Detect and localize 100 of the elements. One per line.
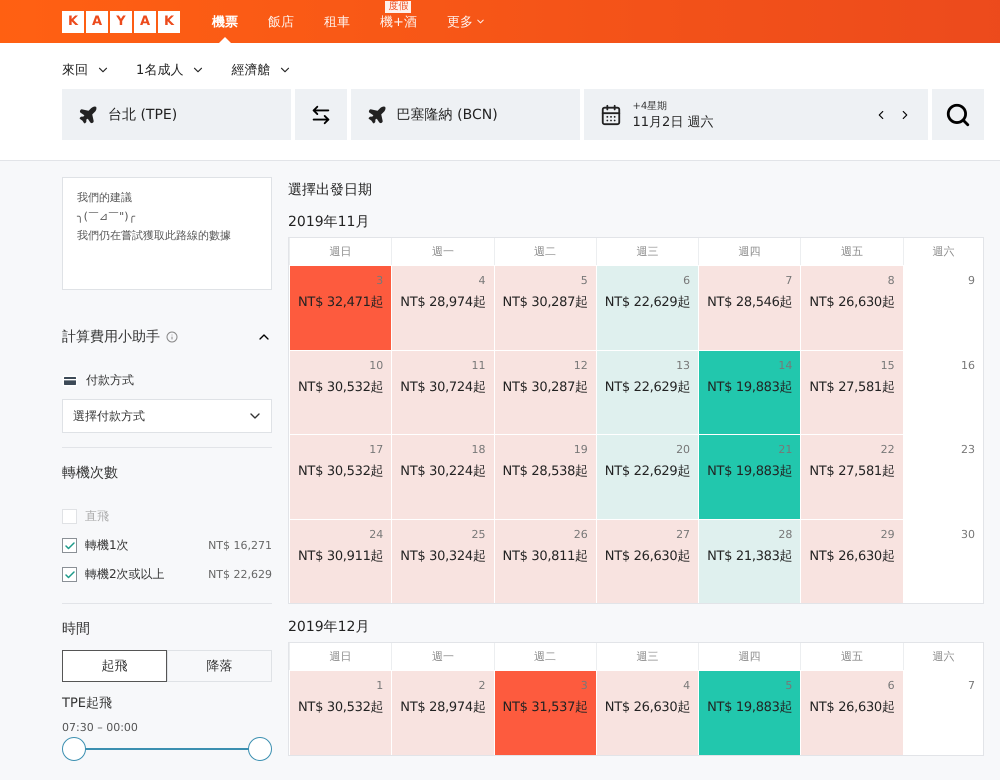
day-price: NT$ 30,811起 xyxy=(502,548,588,564)
day-cell[interactable]: 27 NT$ 26,630起 xyxy=(596,518,698,603)
destination-field[interactable]: 巴塞隆納 (BCN) xyxy=(350,89,580,140)
day-cell[interactable]: 29 NT$ 26,630起 xyxy=(800,518,903,603)
date-field[interactable]: +4星期 11月2日 週六 xyxy=(584,89,928,140)
day-price: NT$ 31,537起 xyxy=(502,699,588,716)
day-cell[interactable]: 14 NT$ 19,883起 xyxy=(698,350,800,434)
time-range: 07:30 – 00:00 xyxy=(62,721,138,734)
logo-letter: Y xyxy=(110,10,132,32)
day-cell[interactable]: 4 NT$ 26,630起 xyxy=(596,670,698,754)
section-title: 轉機次數 xyxy=(62,465,118,481)
option-dropdown[interactable]: 經濟艙 xyxy=(231,61,292,79)
day-cell[interactable]: 1 NT$ 30,532起 xyxy=(289,670,392,754)
day-price: NT$ 19,883起 xyxy=(707,463,792,480)
checkbox-label: 轉機1次 xyxy=(85,537,130,554)
day-number: 4 xyxy=(683,679,690,692)
day-cell[interactable]: 11 NT$ 30,724起 xyxy=(391,350,494,434)
day-number: 8 xyxy=(888,274,895,287)
day-number: 12 xyxy=(574,358,588,372)
day-number: 2 xyxy=(478,679,486,692)
stop-price: NT$ 22,629 xyxy=(208,568,272,581)
time-slider[interactable] xyxy=(62,737,272,761)
day-price: NT$ 26,630起 xyxy=(809,548,895,564)
info-icon[interactable] xyxy=(166,331,178,343)
payment-select[interactable]: 選擇付款方式 xyxy=(62,399,272,433)
checkbox[interactable] xyxy=(62,567,77,582)
day-cell[interactable]: 28 NT$ 21,383起 xyxy=(698,518,800,603)
stop-price: NT$ 16,271 xyxy=(208,539,272,552)
day-number: 5 xyxy=(785,679,792,692)
checkbox[interactable] xyxy=(62,538,77,553)
calendar-icon xyxy=(600,104,622,126)
day-number: 19 xyxy=(574,443,588,456)
payment-label: 付款方式 xyxy=(86,372,134,389)
origin-field[interactable]: 台北 (TPE) xyxy=(62,89,291,140)
swap-button[interactable] xyxy=(294,89,347,140)
day-cell[interactable]: 20 NT$ 22,629起 xyxy=(596,434,698,518)
day-number: 7 xyxy=(968,679,975,692)
day-number: 22 xyxy=(880,443,895,456)
day-price: NT$ 32,471起 xyxy=(298,294,384,311)
search-button[interactable] xyxy=(932,89,984,140)
slider-thumb[interactable] xyxy=(248,737,272,761)
day-cell[interactable]: 25 NT$ 30,324起 xyxy=(391,518,494,603)
day-cell[interactable]: 2 NT$ 28,974起 xyxy=(391,670,494,754)
day-number: 16 xyxy=(961,358,975,372)
day-cell[interactable]: 6 NT$ 22,629起 xyxy=(596,265,698,350)
time-tab[interactable]: 起飛 xyxy=(62,650,167,682)
slider-thumb[interactable] xyxy=(62,737,86,761)
day-price: NT$ 19,883起 xyxy=(707,378,792,396)
day-number: 14 xyxy=(778,358,792,372)
day-cell[interactable]: 21 NT$ 19,883起 xyxy=(698,434,800,518)
day-number: 7 xyxy=(785,274,792,287)
day-cell[interactable]: 22 NT$ 27,581起 xyxy=(800,434,903,518)
day-price: NT$ 27,581起 xyxy=(809,378,895,396)
day-cell[interactable]: 3 NT$ 31,537起 xyxy=(494,670,596,754)
day-cell[interactable]: 18 NT$ 30,224起 xyxy=(391,434,494,518)
day-cell[interactable]: 13 NT$ 22,629起 xyxy=(596,350,698,434)
day-number: 5 xyxy=(580,274,588,287)
logo-letter: K xyxy=(158,10,180,32)
day-price: NT$ 28,974起 xyxy=(400,294,486,311)
day-cell[interactable]: 24 NT$ 30,911起 xyxy=(289,518,392,603)
day-number: 3 xyxy=(580,679,588,692)
day-cell[interactable]: 15 NT$ 27,581起 xyxy=(800,350,903,434)
day-number: 24 xyxy=(369,528,384,540)
kaomoji-face: ╮(￣⊿￣")╭ xyxy=(77,209,136,224)
day-number: 28 xyxy=(778,528,792,540)
day-number: 18 xyxy=(472,443,486,456)
day-cell[interactable]: 4 NT$ 28,974起 xyxy=(391,265,494,350)
day-cell[interactable]: 7 NT$ 28,546起 xyxy=(698,265,800,350)
day-cell[interactable]: 5 NT$ 19,883起 xyxy=(698,670,800,754)
day-cell[interactable]: 8 NT$ 26,630起 xyxy=(800,265,903,350)
day-price: NT$ 26,630起 xyxy=(604,548,690,564)
day-cell[interactable]: 3 NT$ 32,471起 xyxy=(289,265,392,350)
day-cell[interactable]: 6 NT$ 26,630起 xyxy=(800,670,903,754)
day-price: NT$ 30,532起 xyxy=(298,463,384,480)
day-number: 9 xyxy=(968,274,975,287)
day-number: 17 xyxy=(369,443,384,456)
calendar-title: 選擇出發日期 xyxy=(288,181,373,199)
checkbox-label: 轉機2次或以上 xyxy=(85,566,166,583)
day-cell[interactable]: 19 NT$ 28,538起 xyxy=(494,434,596,518)
day-cell[interactable]: 17 NT$ 30,532起 xyxy=(289,434,392,518)
day-price: NT$ 26,630起 xyxy=(809,294,895,311)
section-title: 計算費用小助手 xyxy=(62,328,160,346)
time-tab[interactable]: 降落 xyxy=(167,650,272,682)
plane-icon xyxy=(366,104,387,124)
kayak-logo[interactable]: K A Y A K xyxy=(62,10,180,32)
search-icon xyxy=(945,102,972,128)
day-price: NT$ 28,546起 xyxy=(707,294,792,311)
day-price: NT$ 30,287起 xyxy=(502,294,588,311)
day-price: NT$ 27,581起 xyxy=(809,463,895,480)
option-dropdown[interactable]: 1名成人 xyxy=(136,61,206,79)
day-price: NT$ 19,883起 xyxy=(707,699,792,716)
day-price: NT$ 21,383起 xyxy=(707,548,792,564)
option-dropdown[interactable]: 來回 xyxy=(62,61,110,79)
logo-letter: A xyxy=(86,10,108,32)
day-cell[interactable]: 26 NT$ 30,811起 xyxy=(494,518,596,603)
day-cell[interactable]: 10 NT$ 30,532起 xyxy=(289,350,392,434)
day-cell[interactable]: 12 NT$ 30,287起 xyxy=(494,350,596,434)
suggestion-message: 我們仍在嘗試獲取此路線的數據 xyxy=(77,228,232,243)
day-number: 29 xyxy=(880,528,895,540)
day-cell[interactable]: 5 NT$ 30,287起 xyxy=(494,265,596,350)
